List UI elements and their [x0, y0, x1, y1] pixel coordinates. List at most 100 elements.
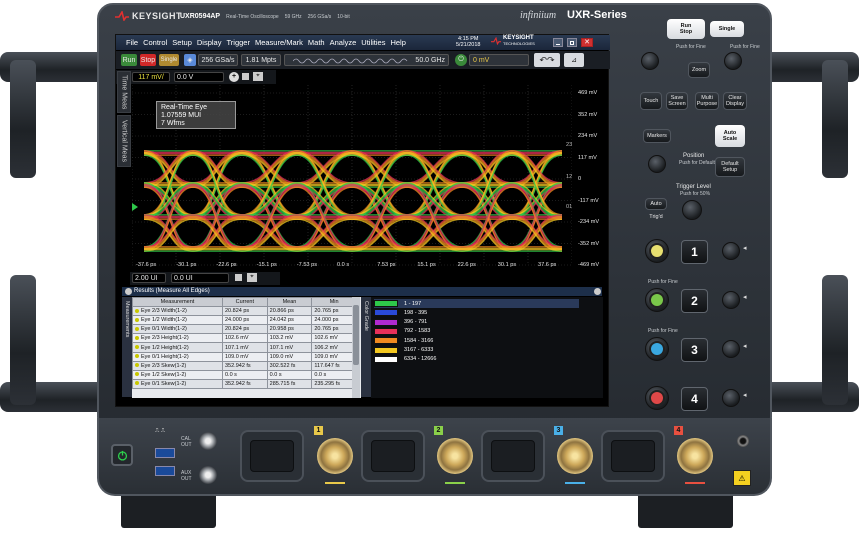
channel-add-button[interactable]: +: [229, 72, 239, 82]
results-column-header[interactable]: Measurement: [132, 297, 223, 308]
channel-1-offset-knob[interactable]: [722, 242, 740, 260]
expansion-port-1[interactable]: [240, 430, 304, 482]
zoom-button[interactable]: Zoom: [688, 62, 710, 78]
window-restore-button[interactable]: [567, 38, 577, 47]
results-column-header[interactable]: Mean: [266, 297, 313, 308]
menu-measure-mark[interactable]: Measure/Mark: [255, 38, 303, 47]
results-row[interactable]: Eye 2/3 Skew(1-2) 352.942 fs 302.522 fs 117…: [132, 360, 357, 371]
channel-3-offset-knob[interactable]: [722, 340, 740, 358]
trigger-level-field[interactable]: 0 mV: [469, 54, 529, 66]
timebase-position-field[interactable]: 0.0 UI: [171, 273, 229, 283]
single-button[interactable]: Single: [710, 21, 744, 37]
channel-2-offset-knob[interactable]: [722, 291, 740, 309]
results-row[interactable]: Eye 0/1 Skew(1-2) 352.942 fs 285.715 fs 235…: [132, 378, 357, 389]
channel-4-offset-knob[interactable]: [722, 389, 740, 407]
timebase-menu-button[interactable]: [235, 274, 242, 281]
results-row[interactable]: Eye 1/2 Skew(1-2) 0.0 s 0.0 s 0.0 s: [132, 369, 357, 380]
results-row[interactable]: Eye 1/2 Height(1-2) 107.1 mV 107.1 mV 106.2…: [132, 342, 357, 353]
run-indicator[interactable]: Run: [121, 54, 137, 66]
expansion-port-3[interactable]: [481, 430, 545, 482]
display-screen[interactable]: File Control Setup Display Trigger Measu…: [115, 34, 610, 407]
menu-analyze[interactable]: Analyze: [330, 38, 357, 47]
menu-utilities[interactable]: Utilities: [361, 38, 385, 47]
stop-indicator[interactable]: Stop: [140, 54, 156, 66]
expansion-port-4[interactable]: [601, 430, 665, 482]
channel-scale-field[interactable]: 117 mV/: [132, 72, 170, 82]
results-row[interactable]: Eye 0/1 Height(1-2) 109.0 mV 109.0 mV 109.0…: [132, 351, 357, 362]
results-column-header[interactable]: Min: [311, 297, 357, 308]
panel-close-icon[interactable]: [594, 288, 601, 295]
channel-2-scale-knob[interactable]: [645, 288, 669, 312]
default-setup-button[interactable]: Default Setup: [715, 157, 745, 177]
menu-file[interactable]: File: [126, 38, 138, 47]
color-grade-row: 198 - 395: [374, 308, 579, 317]
trigd-indicator[interactable]: Trig'd: [645, 211, 667, 223]
channel-input-number: 2: [434, 426, 443, 435]
clear-display-button[interactable]: Clear Display: [723, 92, 747, 110]
results-collapse-icon[interactable]: [125, 288, 132, 295]
trigger-icon[interactable]: ⏻: [455, 54, 467, 66]
power-button[interactable]: [111, 444, 133, 466]
waveform-view-button[interactable]: ⊿: [564, 53, 584, 67]
memory-depth[interactable]: 1.81 Mpts: [241, 54, 281, 66]
usb-port-1[interactable]: [155, 448, 175, 458]
channel-4-input-connector[interactable]: [677, 438, 713, 474]
sample-rate[interactable]: 256 GSa/s: [198, 54, 238, 66]
results-row[interactable]: Eye 2/3 Width(1-2) 20.824 ps 20.866 ps 20.7…: [132, 306, 357, 317]
channel-1-scale-knob[interactable]: [645, 239, 669, 263]
markers-button[interactable]: Markers: [643, 129, 671, 143]
channel-3-button[interactable]: 3: [681, 338, 708, 362]
channel-offset-field[interactable]: 0.0 V: [174, 72, 224, 82]
menu-trigger[interactable]: Trigger: [226, 38, 249, 47]
offset-arrows-icon: ◂: [743, 343, 747, 350]
channel-pin-button[interactable]: ⌖: [253, 72, 263, 81]
channel-1-button[interactable]: 1: [681, 240, 708, 264]
menu-control[interactable]: Control: [143, 38, 167, 47]
auto-trigger-button[interactable]: Auto: [645, 198, 667, 210]
channel-3-input-connector[interactable]: [557, 438, 593, 474]
results-row[interactable]: Eye 0/1 Width(1-2) 20.824 ps 20.958 ps 20.7…: [132, 324, 357, 335]
results-scrollbar[interactable]: [352, 297, 360, 398]
menu-setup[interactable]: Setup: [172, 38, 192, 47]
measurement-value-cell: 302.522 fs: [266, 360, 313, 371]
tab-vertical-meas[interactable]: Vertical Meas: [117, 115, 131, 167]
timebase-scale-field[interactable]: 2.00 UI: [132, 273, 166, 283]
auto-scale-button[interactable]: Auto Scale: [715, 125, 745, 147]
trigger-level-knob[interactable]: [682, 200, 702, 220]
horizontal-scale-knob[interactable]: [641, 52, 659, 70]
menu-display[interactable]: Display: [197, 38, 222, 47]
touch-button[interactable]: Touch: [640, 92, 662, 110]
run-stop-button[interactable]: Run Stop: [667, 19, 705, 39]
ground-terminal[interactable]: [737, 435, 749, 447]
menu-help[interactable]: Help: [390, 38, 405, 47]
channel-4-scale-knob[interactable]: [645, 386, 669, 410]
bandwidth-filter[interactable]: 50.0 GHz: [284, 54, 449, 66]
cal-out-connector[interactable]: [199, 432, 217, 450]
window-minimize-button[interactable]: [553, 38, 563, 47]
tab-time-meas[interactable]: Time Meas: [117, 71, 131, 113]
expansion-port-2[interactable]: [361, 430, 425, 482]
color-grade-tab[interactable]: Color Grade: [361, 297, 371, 397]
position-knob[interactable]: [648, 155, 666, 173]
measurements-tab[interactable]: Measurements: [122, 297, 132, 397]
horizontal-position-knob[interactable]: [724, 52, 742, 70]
channel-2-input-connector[interactable]: [437, 438, 473, 474]
channel-4-button[interactable]: 4: [681, 387, 708, 411]
channel-menu-button[interactable]: [242, 73, 249, 80]
channel-1-input-connector[interactable]: [317, 438, 353, 474]
channel-3-scale-knob[interactable]: [645, 337, 669, 361]
results-column-header[interactable]: Current: [222, 297, 268, 308]
results-row[interactable]: Eye 2/3 Height(1-2) 102.6 mV 103.2 mV 102.6…: [132, 333, 357, 344]
results-row[interactable]: Eye 1/2 Width(1-2) 24.000 ps 24.042 ps 24.0…: [132, 315, 357, 326]
timebase-pin-button[interactable]: ⌖: [247, 273, 257, 282]
save-screen-button[interactable]: Save Screen: [666, 92, 688, 110]
multi-purpose-button[interactable]: Multi Purpose: [695, 92, 719, 110]
usb-port-2[interactable]: [155, 466, 175, 476]
aux-out-connector[interactable]: [199, 466, 217, 484]
channel-2-button[interactable]: 2: [681, 289, 708, 313]
single-indicator[interactable]: Single: [159, 54, 179, 66]
undo-button[interactable]: ↶↷: [534, 53, 560, 67]
acq-icon[interactable]: ◈: [184, 54, 196, 66]
window-close-button[interactable]: ✕: [581, 38, 593, 47]
menu-math[interactable]: Math: [308, 38, 325, 47]
